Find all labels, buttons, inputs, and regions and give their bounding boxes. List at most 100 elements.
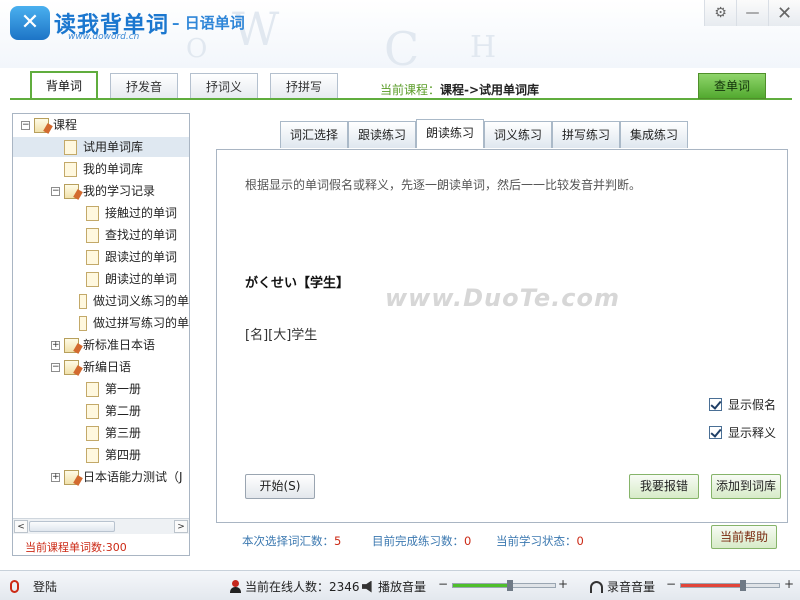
tree-item[interactable]: 第三册 — [13, 423, 189, 443]
folder-icon — [64, 469, 79, 485]
close-icon[interactable]: ✕ — [768, 0, 800, 26]
record-volume-decrease[interactable]: − — [666, 577, 676, 591]
completed-label: 目前完成练习数： — [372, 534, 464, 548]
tree-item-label: 新标准日本语 — [83, 338, 156, 352]
page-icon — [86, 403, 99, 419]
subtab-read-aloud[interactable]: 朗读练习 — [416, 119, 484, 148]
subtab-vocabulary-select[interactable]: 词汇选择 — [280, 121, 348, 148]
minimize-icon[interactable]: — — [736, 0, 768, 26]
tab-memorize-words[interactable]: 背单词 — [30, 71, 98, 100]
subtab-follow-read[interactable]: 跟读练习 — [348, 121, 416, 148]
lookup-word-button[interactable]: 查单词 — [698, 73, 766, 99]
tree-item[interactable]: 试用单词库 — [13, 137, 189, 157]
page-icon — [86, 271, 99, 287]
record-volume-knob[interactable] — [740, 580, 746, 591]
tree-item[interactable]: + 日本语能力测试（J — [13, 467, 189, 487]
learning-state-label: 当前学习状态： — [496, 534, 577, 548]
headphones-icon — [590, 580, 603, 593]
start-button[interactable]: 开始(S) — [245, 474, 315, 499]
show-kana-checkbox[interactable]: 显示假名 — [709, 396, 776, 413]
tree-item[interactable]: 接触过的单词 — [13, 203, 189, 223]
tree-item[interactable]: 第四册 — [13, 445, 189, 465]
folder-icon — [34, 117, 49, 133]
tree-item[interactable]: 第二册 — [13, 401, 189, 421]
playback-volume-increase[interactable]: + — [558, 577, 568, 591]
checkbox-checked-icon[interactable] — [709, 398, 722, 411]
collapse-icon[interactable]: − — [51, 362, 60, 372]
checkbox-checked-icon[interactable] — [709, 426, 722, 439]
scrollbar-thumb[interactable] — [29, 521, 115, 532]
subtab-integrated-practice[interactable]: 集成练习 — [620, 121, 688, 148]
app-url: www.doword.cn — [68, 32, 140, 42]
expand-icon[interactable]: + — [51, 340, 60, 350]
report-error-button[interactable]: 我要报错 — [629, 474, 699, 499]
tree-item[interactable]: − 我的学习记录 — [13, 181, 189, 201]
page-icon — [86, 381, 99, 397]
tree-item-label: 跟读过的单词 — [105, 250, 178, 264]
playback-volume-decrease[interactable]: − — [438, 577, 448, 591]
tree-item[interactable]: 第一册 — [13, 379, 189, 399]
course-tree-panel: − 课程 试用单词库我的单词库 − 我的学习记录接触过的单词查找过的单词 跟读过的单词 朗读… — [12, 113, 190, 556]
tree-item-label: 朗读过的单词 — [105, 272, 178, 286]
current-course: 当前课程：课程->试用单词库 — [380, 81, 539, 98]
tree-item[interactable]: − 新编日语 — [13, 357, 189, 377]
tab-pronunciation[interactable]: 抒发音 — [110, 73, 178, 100]
tree-item[interactable]: − 课程 — [13, 115, 189, 135]
record-volume-increase[interactable]: + — [784, 577, 794, 591]
page-icon — [86, 425, 99, 441]
tab-spelling[interactable]: 抒拼写 — [270, 73, 338, 100]
tab-meaning[interactable]: 抒词义 — [190, 73, 258, 100]
record-volume-slider[interactable] — [680, 580, 780, 591]
page-icon — [79, 315, 87, 331]
selected-words-value: 5 — [334, 534, 342, 548]
expand-icon[interactable]: + — [51, 472, 60, 482]
tree-item[interactable]: 朗读过的单词 — [13, 269, 189, 289]
completed-value: 0 — [464, 534, 472, 548]
course-tree[interactable]: − 课程 试用单词库我的单词库 − 我的学习记录接触过的单词查找过的单词 跟读过的单词 朗读… — [13, 114, 189, 518]
folder-icon — [64, 359, 79, 375]
tree-item[interactable]: 做过词义练习的单 — [13, 291, 189, 311]
add-to-library-button[interactable]: 添加到词库 — [711, 474, 781, 499]
tree-item-label: 我的学习记录 — [83, 184, 156, 198]
window-controls: ⚙ — ✕ — [704, 0, 800, 26]
microphone-icon — [10, 580, 19, 593]
subtab-meaning-practice[interactable]: 词义练习 — [484, 121, 552, 148]
playback-volume-knob[interactable] — [507, 580, 513, 591]
app-logo-icon: ✕ — [10, 6, 50, 40]
tree-item[interactable]: 查找过的单词 — [13, 225, 189, 245]
tree-item-label: 做过词义练习的单 — [92, 294, 189, 308]
scroll-left-icon[interactable]: < — [14, 520, 28, 533]
tree-item[interactable]: + 新标准日本语 — [13, 335, 189, 355]
completed-stat: 目前完成练习数：0 — [372, 533, 471, 549]
page-icon — [79, 293, 87, 309]
app-header: W C H O ✕ 读我背单词 – 日语单词 www.doword.cn ⚙ —… — [0, 0, 800, 76]
folder-icon — [64, 183, 79, 199]
tree-item-label: 第一册 — [105, 382, 142, 396]
help-button[interactable]: 当前帮助 — [711, 525, 777, 549]
record-volume: 录音音量 — [590, 578, 655, 595]
decorative-letter-o: O — [186, 34, 208, 64]
practice-instruction: 根据显示的单词假名或释义，先逐一朗读单词，然后一一比较发音并判断。 — [245, 178, 642, 192]
tree-item[interactable]: 跟读过的单词 — [13, 247, 189, 267]
selected-words-label: 本次选择词汇数： — [242, 534, 334, 548]
user-icon — [230, 580, 241, 593]
tree-item-label: 第四册 — [105, 448, 142, 462]
subtab-spelling-practice[interactable]: 拼写练习 — [552, 121, 620, 148]
scroll-right-icon[interactable]: > — [174, 520, 188, 533]
word-meaning: [名][大]学生 — [245, 328, 318, 343]
collapse-icon[interactable]: − — [21, 120, 30, 130]
app-footer: 登陆 当前在线人数：2346 播放音量 − + 录音音量 − + — [0, 570, 800, 600]
collapse-icon[interactable]: − — [51, 186, 60, 196]
playback-volume-slider[interactable] — [452, 580, 556, 591]
show-meaning-checkbox[interactable]: 显示释义 — [709, 424, 776, 441]
tree-item[interactable]: 做过拼写练习的单 — [13, 313, 189, 333]
tree-horizontal-scrollbar[interactable]: < > — [13, 518, 189, 534]
tree-item-label: 查找过的单词 — [105, 228, 178, 242]
tree-item-label: 我的单词库 — [83, 162, 144, 176]
record-volume-fill — [681, 584, 742, 587]
tree-item-label: 第三册 — [105, 426, 142, 440]
tree-item-label: 做过拼写练习的单 — [92, 316, 189, 330]
settings-gear-icon[interactable]: ⚙ — [704, 0, 736, 26]
login-link[interactable]: 登陆 — [10, 578, 57, 595]
tree-item[interactable]: 我的单词库 — [13, 159, 189, 179]
